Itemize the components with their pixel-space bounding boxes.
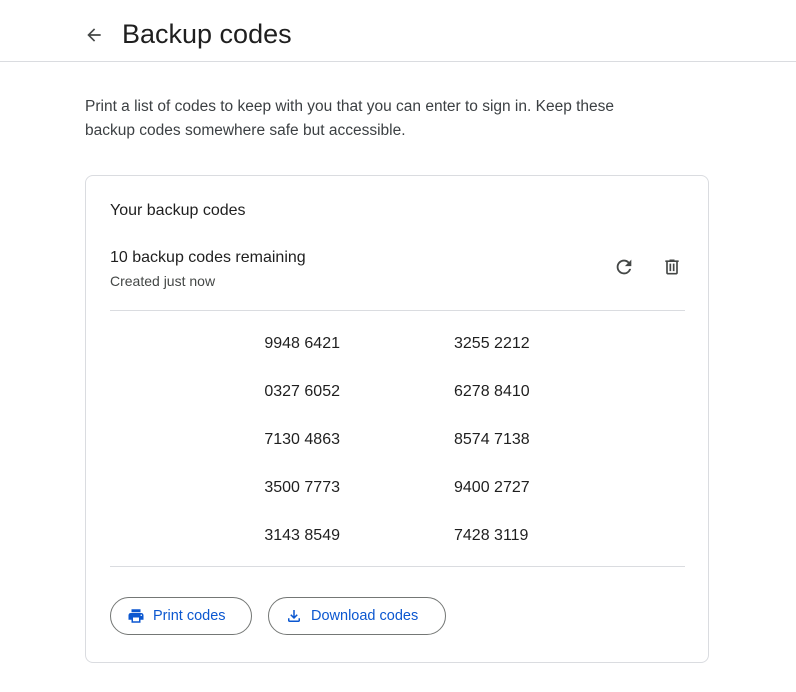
- codes-remaining-text: 10 backup codes remaining: [110, 249, 306, 266]
- delete-codes-button[interactable]: [654, 249, 690, 285]
- print-codes-label: Print codes: [153, 608, 226, 624]
- trash-icon: [665, 259, 679, 275]
- backup-code: 3143 8549: [264, 527, 340, 544]
- refresh-codes-button[interactable]: [606, 249, 642, 285]
- backup-code: 8574 7138: [454, 431, 530, 448]
- arrow-back-icon: [87, 28, 101, 42]
- download-codes-button[interactable]: Download codes: [268, 597, 446, 635]
- created-text: Created just now: [110, 273, 216, 289]
- backup-code: 0327 6052: [264, 383, 340, 400]
- backup-code: 7428 3119: [454, 527, 529, 544]
- intro-text: Print a list of codes to keep with you t…: [85, 98, 615, 139]
- backup-code: 3500 7773: [264, 479, 340, 496]
- page-title: Backup codes: [122, 19, 292, 49]
- print-icon: [127, 607, 145, 625]
- backup-code: 6278 8410: [454, 383, 530, 400]
- page-header: Backup codes: [0, 0, 796, 62]
- backup-code: 7130 4863: [264, 431, 340, 448]
- backup-codes-card: Your backup codes 10 backup codes remain…: [85, 175, 709, 663]
- download-icon: [285, 607, 303, 625]
- refresh-icon: [616, 259, 632, 275]
- backup-code: 3255 2212: [454, 335, 530, 352]
- divider: [110, 566, 685, 567]
- backup-code: 9400 2727: [454, 479, 530, 496]
- card-title: Your backup codes: [110, 202, 246, 219]
- download-codes-label: Download codes: [311, 608, 419, 624]
- backup-code: 9948 6421: [264, 335, 340, 352]
- codes-grid: 9948 6421 3255 2212 0327 6052 6278 8410 …: [110, 310, 685, 566]
- back-button[interactable]: [78, 19, 110, 51]
- print-codes-button[interactable]: Print codes: [110, 597, 252, 635]
